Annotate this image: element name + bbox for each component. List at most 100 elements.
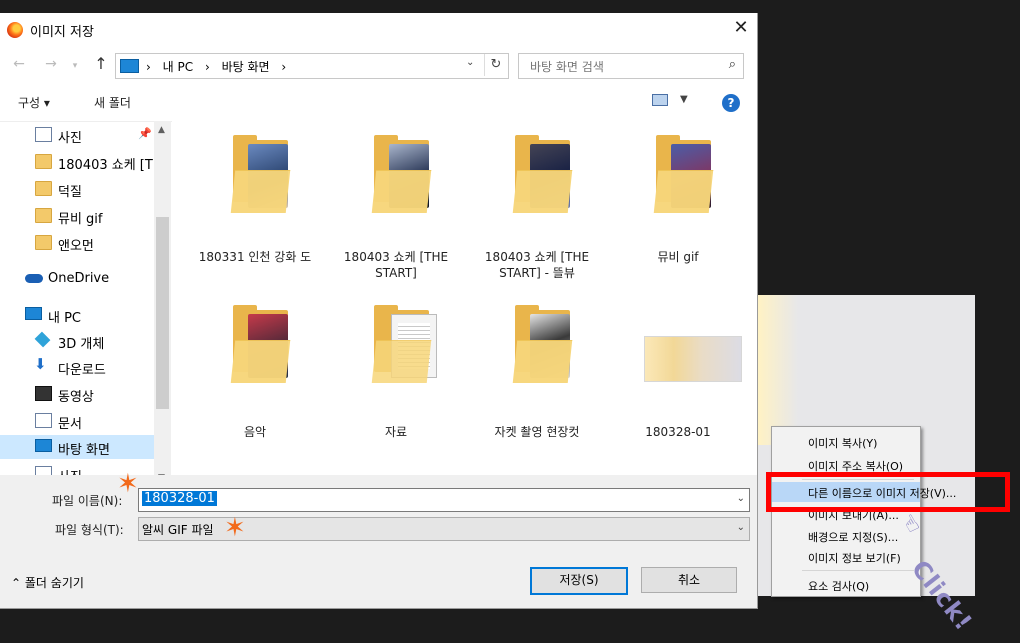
sidebar-item-downloads[interactable]: ⬇ 다운로드 xyxy=(0,355,154,379)
folder-icon xyxy=(230,340,291,383)
file-name: 자료 xyxy=(384,425,408,439)
scroll-up-icon[interactable]: ▲ xyxy=(158,125,165,135)
sidebar-item-this-pc[interactable]: 내 PC xyxy=(0,303,154,327)
desktop-icon xyxy=(35,439,52,452)
hide-folders-toggle[interactable]: ⌃ 폴더 숨기기 xyxy=(11,574,84,591)
video-icon xyxy=(35,386,52,401)
file-list: 180331 인천 강화 도 180403 쇼케 [THE START] 180… xyxy=(172,121,757,488)
save-button[interactable]: 저장(S) xyxy=(530,567,628,595)
hide-folders-label: 폴더 숨기기 xyxy=(24,576,84,590)
chevron-down-icon[interactable]: ⌄ xyxy=(737,493,745,504)
breadcrumb-separator-icon[interactable]: › xyxy=(146,60,151,74)
file-name: 자켓 촬영 현장컷 xyxy=(494,425,580,439)
breadcrumb-item[interactable]: 내 PC xyxy=(163,60,193,74)
filetype-value: 알씨 GIF 파일 xyxy=(142,523,214,537)
menu-item-copy-image[interactable]: 이미지 복사(Y) xyxy=(772,432,920,452)
sidebar-item-onedrive[interactable]: OneDrive xyxy=(0,267,154,291)
file-name: 뮤비 gif xyxy=(657,250,699,264)
file-item-folder[interactable]: 자료 xyxy=(331,296,461,446)
download-icon: ⬇ xyxy=(34,355,47,373)
sidebar-item-label: 동영상 xyxy=(58,390,94,405)
3d-objects-icon xyxy=(34,331,51,348)
sidebar-item-label: 바탕 화면 xyxy=(58,443,110,458)
sidebar-item-folder[interactable]: 덕질 xyxy=(0,177,154,201)
new-folder-button[interactable]: 새 폴더 xyxy=(94,94,131,111)
sidebar-item-label: 앤오먼 xyxy=(58,239,94,254)
title-bar: 이미지 저장 ✕ xyxy=(0,13,757,45)
sidebar-item-folder[interactable]: 앤오먼 xyxy=(0,231,154,255)
search-input[interactable]: 바탕 화면 검색 ⌕ xyxy=(518,53,744,79)
file-item-folder[interactable]: 180403 쇼케 [THE START] xyxy=(331,126,461,280)
sidebar-item-label: 사진 xyxy=(58,131,82,146)
recent-locations-icon[interactable]: ▾ xyxy=(66,57,84,75)
dialog-title: 이미지 저장 xyxy=(30,25,94,40)
folder-icon xyxy=(35,181,52,196)
folder-icon xyxy=(35,235,52,250)
highlight-box xyxy=(766,472,1010,512)
folder-icon xyxy=(653,170,714,213)
menu-item-inspect-element[interactable]: 요소 검사(Q) xyxy=(772,575,920,595)
filename-input[interactable]: 180328-01 ⌄ xyxy=(138,488,750,512)
pin-icon: 📌 xyxy=(138,127,152,140)
sidebar-item-label: 뮤비 gif xyxy=(58,212,103,227)
chevron-down-icon[interactable]: ⌄ xyxy=(466,57,474,68)
forward-arrow-icon[interactable]: → xyxy=(42,55,60,73)
sidebar-item-documents[interactable]: 문서 xyxy=(0,409,154,433)
breadcrumb-separator-icon[interactable]: › xyxy=(205,60,210,74)
folder-icon xyxy=(512,340,573,383)
file-item-folder[interactable]: 180403 쇼케 [THE START] - 뜰뷰 xyxy=(472,126,602,280)
filename-value[interactable]: 180328-01 xyxy=(142,491,217,506)
folder-icon xyxy=(35,154,52,169)
menu-item-view-image-info[interactable]: 이미지 정보 보기(F) xyxy=(772,547,920,567)
sidebar-item-videos[interactable]: 동영상 xyxy=(0,382,154,406)
view-dropdown-icon[interactable]: ▼ xyxy=(680,94,688,105)
file-item-folder[interactable]: 뮤비 gif xyxy=(613,126,743,276)
folder-icon xyxy=(371,170,432,213)
file-name: 180403 쇼케 [THE START] xyxy=(343,250,449,280)
file-name: 180328-01 xyxy=(645,425,711,439)
sidebar-item-label: 문서 xyxy=(58,417,82,432)
back-arrow-icon[interactable]: ← xyxy=(10,55,28,73)
close-icon[interactable]: ✕ xyxy=(731,16,751,40)
file-item-folder[interactable]: 자켓 촬영 현장컷 xyxy=(472,296,602,446)
folder-icon xyxy=(230,170,291,213)
organize-menu-button[interactable]: 구성 ▾ xyxy=(18,94,50,111)
up-arrow-icon[interactable]: ↑ xyxy=(92,55,110,73)
sidebar-item-folder[interactable]: 뮤비 gif xyxy=(0,204,154,228)
sidebar-item-label: 180403 쇼케 [TH xyxy=(58,158,163,173)
view-options-icon[interactable] xyxy=(652,94,668,106)
star-annotation-icon: ✶ xyxy=(117,469,139,499)
help-icon[interactable]: ? xyxy=(722,94,740,112)
breadcrumb-item[interactable]: 바탕 화면 xyxy=(222,60,270,74)
cancel-button[interactable]: 취소 xyxy=(641,567,737,593)
file-item-image[interactable]: 180328-01 xyxy=(613,296,743,446)
document-icon xyxy=(35,413,52,428)
save-options-panel: 파일 이름(N): 180328-01 ⌄ 파일 형식(T): 알씨 GIF 파… xyxy=(0,475,757,608)
command-toolbar: 구성 ▾ 새 폴더 ▼ ? xyxy=(0,89,757,115)
chevron-down-icon[interactable]: ⌄ xyxy=(737,522,745,533)
search-placeholder: 바탕 화면 검색 xyxy=(530,60,604,74)
scrollbar-thumb[interactable] xyxy=(156,217,169,409)
menu-item-set-as-background[interactable]: 배경으로 지정(S)... xyxy=(772,526,920,546)
file-name: 180403 쇼케 [THE START] - 뜰뷰 xyxy=(484,250,590,280)
folder-icon xyxy=(512,170,573,213)
file-name: 음악 xyxy=(243,425,267,439)
sidebar-item-label: OneDrive xyxy=(48,271,110,286)
sidebar-item-3d-objects[interactable]: 3D 개체 xyxy=(0,329,154,353)
sidebar-item-folder[interactable]: 180403 쇼케 [TH xyxy=(0,150,163,174)
sidebar-item-label: 내 PC xyxy=(48,311,82,326)
folder-icon xyxy=(35,208,52,223)
search-icon[interactable]: ⌕ xyxy=(729,57,736,72)
sidebar-scrollbar[interactable]: ▲ ▼ xyxy=(154,121,171,488)
file-item-folder[interactable]: 180331 인천 강화 도 xyxy=(190,126,320,276)
refresh-icon[interactable]: ↻ xyxy=(484,54,507,76)
menu-separator xyxy=(802,570,914,571)
sidebar-item-pictures[interactable]: 사진 📌 xyxy=(0,123,154,147)
filetype-label: 파일 형식(T): xyxy=(55,523,124,537)
computer-icon xyxy=(25,307,42,320)
file-item-folder[interactable]: 음악 xyxy=(190,296,320,446)
address-bar[interactable]: › 내 PC › 바탕 화면 › ⌄ ↻ xyxy=(115,53,509,79)
file-name: 180331 인천 강화 도 xyxy=(198,250,312,264)
sidebar-item-desktop[interactable]: 바탕 화면 xyxy=(0,435,154,459)
breadcrumb-separator-icon[interactable]: › xyxy=(281,60,286,74)
